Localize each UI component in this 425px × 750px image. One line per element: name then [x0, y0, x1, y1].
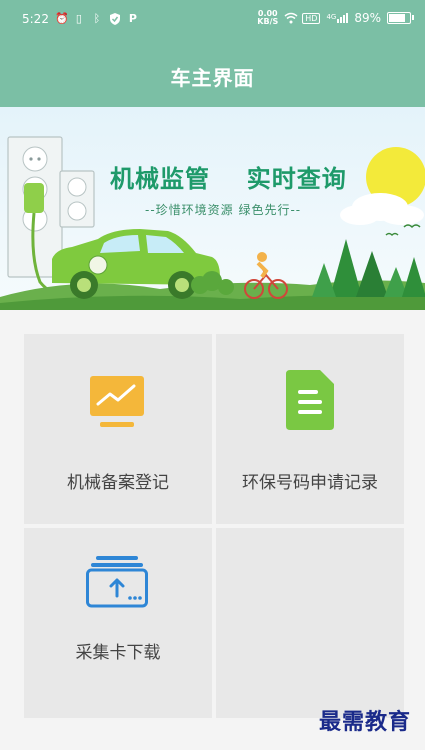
status-time: 5:22 — [22, 12, 49, 26]
hd-badge: HD — [302, 12, 321, 24]
menu-item-label: 采集卡下载 — [75, 643, 161, 663]
watermark: 最需教育 — [318, 709, 411, 735]
menu-item-label: 机械备案登记 — [67, 473, 169, 493]
network-speed-unit: KB/S — [257, 17, 279, 26]
signal-label: 4G — [326, 13, 337, 21]
menu-item-empty — [216, 528, 404, 718]
app-bar: 车主界面 — [0, 40, 425, 107]
menu-item-label: 环保号码申请记录 — [242, 473, 378, 493]
vibrate-icon: ▯ — [75, 12, 82, 25]
banner-headline: 机械监管 实时查询 — [110, 159, 347, 194]
banner-headline-right: 实时查询 — [246, 165, 347, 193]
p-icon: P — [128, 12, 137, 25]
banner: 机械监管 实时查询 --珍惜环境资源 绿色先行-- — [0, 107, 425, 310]
wifi-icon — [284, 12, 298, 24]
status-bar: 5:22 ⏰ ▯ ᛒ P 0.00 KB/S HD 4G 89% — [0, 0, 425, 40]
banner-slogan: --珍惜环境资源 绿色先行-- — [145, 203, 302, 217]
status-bar-left: 5:22 ⏰ ▯ ᛒ P — [22, 12, 139, 26]
shield-icon — [109, 13, 121, 25]
chart-monitor-icon — [90, 376, 144, 427]
network-speed: 0.00 KB/S — [257, 10, 278, 26]
banner-headline-left: 机械监管 — [110, 165, 210, 193]
menu-item-card-download[interactable]: 采集卡下载 — [24, 528, 212, 718]
document-icon — [286, 370, 334, 430]
page-title: 车主界面 — [170, 66, 255, 90]
menu-grid: 机械备案登记 环保号码申请记录 采集卡下载 最需教育 — [0, 310, 425, 750]
alarm-icon: ⏰ — [54, 12, 69, 25]
bluetooth-icon: ᛒ — [93, 12, 101, 25]
battery-percent: 89% — [354, 11, 381, 25]
menu-item-machine-registration[interactable]: 机械备案登记 — [24, 334, 212, 524]
battery-icon — [387, 12, 414, 24]
signal-icon: 4G — [326, 13, 349, 23]
menu-item-eco-number-records[interactable]: 环保号码申请记录 — [216, 334, 404, 524]
card-upload-icon — [86, 556, 148, 608]
status-bar-right: 0.00 KB/S HD 4G 89% — [257, 10, 414, 26]
